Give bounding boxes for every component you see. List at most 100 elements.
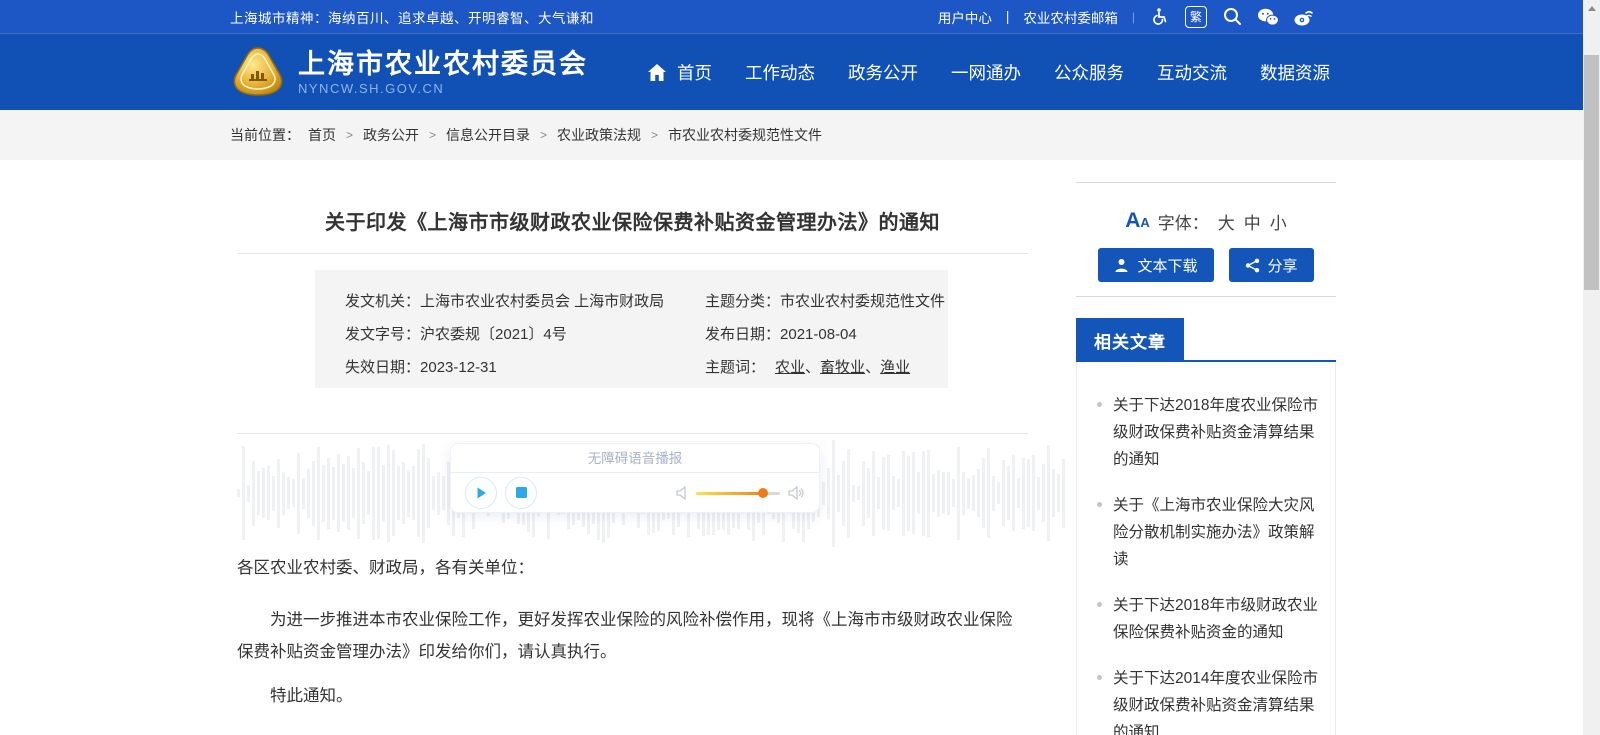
text-download-button[interactable]: 文本下载 [1098,248,1213,282]
breadcrumb-item[interactable]: 信息公开目录 [446,125,530,145]
separator: > [429,128,436,142]
keyword-link[interactable]: 农业 [775,356,805,377]
divider [237,253,1028,254]
volume-slider[interactable] [696,488,780,498]
nav-item[interactable]: 数据资源 [1260,60,1330,85]
breadcrumb-item[interactable]: 政务公开 [363,125,419,145]
play-button[interactable] [465,477,497,509]
bullet-icon [1097,675,1102,680]
nav-item[interactable]: 工作动态 [745,60,815,85]
person-icon [1114,258,1129,273]
breadcrumb: 当前位置： 首页 > 政务公开 > 信息公开目录 > 农业政策法规 > 市农业农村委规范性文件 [230,125,822,145]
publish-date: 2021-08-04 [780,326,857,343]
paragraph-body: 为进一步推进本市农业保险工作，更好发挥农业保险的风险补偿作用，现将《上海市市级财… [237,604,1028,668]
related-articles-section: 相关文章 关于下达2018年度农业保险市级财政保费补贴资金清算结果的通知 关于《… [1076,318,1336,735]
article-body: 各区农业农村委、财政局，各有关单位： 为进一步推进本市农业保险工作，更好发挥农业… [237,552,1028,712]
related-articles-title: 相关文章 [1076,318,1184,362]
meta-label: 发布日期： [705,326,780,343]
document-meta-box: 发文机关：上海市农业农村委员会 上海市财政局 主题分类：市农业农村委规范性文件 … [315,270,948,388]
nav-item[interactable]: 互动交流 [1157,60,1227,85]
volume-high-icon [788,486,805,500]
divider [1076,182,1336,183]
related-article-link[interactable]: 关于下达2018年市级财政农业保险保费补贴资金的通知 [1097,592,1321,646]
bullet-icon [1097,402,1102,407]
sidebar: AA 字体： 大中小 文本下载 分享 [1076,160,1336,735]
separator: 、 [865,356,880,377]
bullet-icon [1097,602,1102,607]
article-content: 关于印发《上海市市级财政农业保险保费补贴资金管理办法》的通知 发文机关：上海市农… [237,160,1028,735]
separator: 、 [805,356,820,377]
main-area: 关于印发《上海市市级财政农业保险保费补贴资金管理办法》的通知 发文机关：上海市农… [0,160,1583,735]
scrollbar-thumb[interactable] [1584,55,1599,290]
divider [237,433,1028,434]
top-utility-bar: 上海城市精神：海纳百川、追求卓越、开明睿智、大气谦和 用户中心|农业农村委邮箱 … [0,0,1583,33]
stop-button[interactable] [505,477,537,509]
breadcrumb-label: 当前位置： [230,125,300,145]
topbar-link[interactable]: 用户中心 [938,7,992,27]
breadcrumb-item[interactable]: 市农业农村委规范性文件 [668,125,822,145]
action-buttons: 文本下载 分享 [1076,248,1336,282]
separator: | [1132,10,1135,24]
article-title: 关于印发《上海市市级财政农业保险保费补贴资金管理办法》的通知 [237,206,1028,235]
audio-player-title: 无障碍语音播报 [451,444,819,473]
paragraph-salutation: 各区农业农村委、财政局，各有关单位： [237,552,1028,584]
page: 上海城市精神：海纳百川、追求卓越、开明睿智、大气谦和 用户中心|农业农村委邮箱 … [0,0,1600,735]
divider [1076,296,1336,297]
scroll-up-arrow[interactable] [1583,0,1600,17]
related-article-link[interactable]: 关于下达2018年度农业保险市级财政保费补贴资金清算结果的通知 [1097,392,1321,473]
audio-player: 无障碍语音播报 [450,443,820,513]
city-spirit-slogan: 上海城市精神：海纳百川、追求卓越、开明睿智、大气谦和 [230,7,594,27]
breadcrumb-bar: 当前位置： 首页 > 政务公开 > 信息公开目录 > 农业政策法规 > 市农业农村委规范性文件 [0,110,1583,160]
site-header: 上海市农业农村委员会 NYNCW.SH.GOV.CN 首页 工作动态 政务公开 一网通… [0,33,1583,110]
keyword-link[interactable]: 畜牧业 [820,356,865,377]
nav-item[interactable]: 一网通办 [951,60,1021,85]
home-icon[interactable] [648,64,666,81]
site-logo-icon [231,45,285,99]
nav-item[interactable]: 公众服务 [1054,60,1124,85]
separator: > [346,128,353,142]
font-size-option[interactable]: 大 [1218,209,1235,234]
topbar-links: 用户中心 | 农业农村委邮箱 [938,7,1118,27]
search-icon[interactable] [1221,6,1243,28]
wechat-icon[interactable] [1257,6,1279,28]
meta-label: 发文字号： [345,326,420,343]
volume-knob[interactable] [758,488,768,498]
related-article-link[interactable]: 关于下达2014年度农业保险市级财政保费补贴资金清算结果的通知 [1097,665,1321,735]
share-button[interactable]: 分享 [1229,248,1314,282]
meta-label: 发文机关： [345,293,420,310]
traditional-chinese-toggle[interactable]: 繁 [1185,6,1207,28]
nav-item[interactable]: 首页 [677,60,712,85]
site-url: NYNCW.SH.GOV.CN [298,81,588,96]
audio-player-controls [451,473,819,512]
paragraph-closing: 特此通知。 [237,680,1028,712]
topic-category: 市农业农村委规范性文件 [780,293,945,310]
keyword-link[interactable]: 渔业 [880,356,910,377]
nav-item[interactable]: 政务公开 [848,60,918,85]
volume-low-icon [676,486,688,500]
volume-group [676,486,805,500]
meta-label: 失效日期： [345,359,420,376]
font-size-option[interactable]: 小 [1270,209,1287,234]
expiry-date: 2023-12-31 [420,359,497,376]
related-articles-header: 相关文章 [1076,318,1336,362]
related-article-link[interactable]: 关于《上海市农业保险大灾风险分散机制实施办法》政策解读 [1097,492,1321,573]
doc-number: 沪农委规〔2021〕4号 [420,326,567,343]
vertical-scrollbar[interactable] [1583,0,1600,735]
font-size-option[interactable]: 中 [1244,209,1261,234]
issuing-org: 上海市农业农村委员会 上海市财政局 [420,293,664,310]
bullet-icon [1097,502,1102,507]
breadcrumb-item[interactable]: 农业政策法规 [557,125,641,145]
topbar-link[interactable]: 农业农村委邮箱 [1023,7,1118,27]
font-label: 字体： [1158,209,1209,234]
main-nav: 首页 工作动态 政务公开 一网通办 公众服务 互动交流 数据资源 [648,60,1583,85]
separator: > [651,128,658,142]
related-articles-list: 关于下达2018年度农业保险市级财政保费补贴资金清算结果的通知 关于《上海市农业… [1076,362,1336,735]
accessibility-icon[interactable] [1149,6,1171,28]
separator: > [540,128,547,142]
site-name: 上海市农业农村委员会 [298,49,588,79]
weibo-icon[interactable] [1293,6,1315,28]
site-logo-group[interactable]: 上海市农业农村委员会 NYNCW.SH.GOV.CN [231,45,588,99]
font-size-icon: AA [1125,209,1150,233]
separator: | [1006,9,1010,24]
breadcrumb-item[interactable]: 首页 [308,125,336,145]
